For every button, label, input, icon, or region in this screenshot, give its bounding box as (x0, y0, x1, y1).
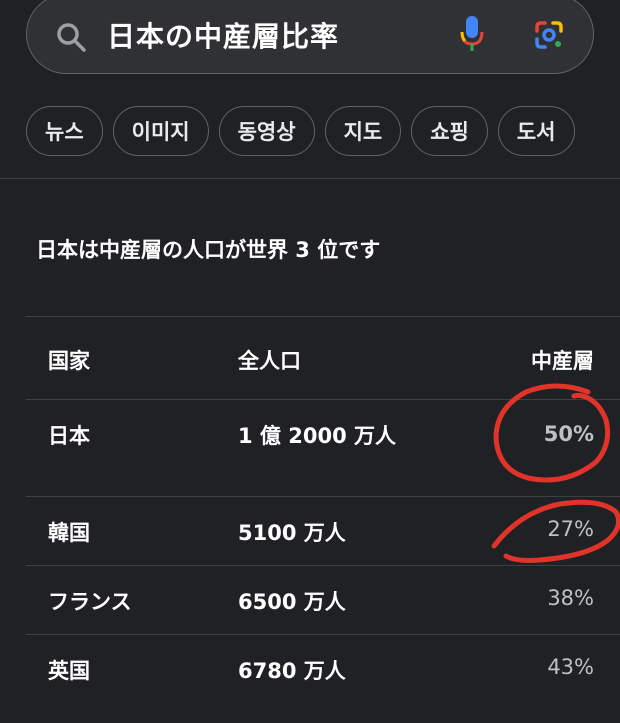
google-lens-icon[interactable] (533, 19, 565, 51)
header-population: 全人口 (238, 349, 301, 373)
chip-images[interactable]: 이미지 (112, 106, 209, 156)
header-middle-class: 中産層 (531, 349, 594, 373)
result-headline: 日本は中産層の人口が世界 3 位です (36, 238, 381, 262)
table-row: 韓国 5100 万人 27% (26, 496, 620, 565)
row-population: 1 億 2000 万人 (238, 424, 396, 448)
row-population: 5100 万人 (238, 521, 346, 545)
row-middle-class: 27% (547, 517, 594, 541)
row-middle-class: 43% (547, 655, 594, 679)
data-table: 国家 全人口 中産層 日本 1 億 2000 万人 50% 韓国 5100 万人… (26, 316, 620, 703)
row-country: 日本 (48, 424, 90, 448)
chip-videos[interactable]: 동영상 (218, 106, 315, 156)
row-middle-class: 50% (543, 422, 594, 446)
table-row: 日本 1 億 2000 万人 50% (26, 399, 620, 496)
row-population: 6780 万人 (238, 659, 346, 683)
chip-shopping[interactable]: 쇼핑 (411, 106, 488, 156)
row-country: フランス (48, 590, 132, 614)
chip-news[interactable]: 뉴스 (26, 106, 103, 156)
row-country: 韓国 (48, 521, 90, 545)
table-row: 英国 6780 万人 43% (26, 634, 620, 703)
row-middle-class: 38% (547, 586, 594, 610)
search-bar[interactable]: 日本の中産層比率 (26, 0, 594, 74)
table-row: フランス 6500 万人 38% (26, 565, 620, 634)
search-input[interactable]: 日本の中産層比率 (107, 15, 339, 55)
header-country: 国家 (48, 349, 90, 373)
row-population: 6500 万人 (238, 590, 346, 614)
chip-books[interactable]: 도서 (497, 106, 575, 156)
header-divider (0, 178, 620, 179)
search-icon (57, 23, 86, 52)
chip-maps[interactable]: 지도 (324, 106, 402, 156)
filter-chips: 뉴스 이미지 동영상 지도 쇼핑 도서 (26, 106, 575, 156)
row-country: 英国 (48, 659, 90, 683)
microphone-icon[interactable] (459, 15, 485, 53)
table-header-row: 国家 全人口 中産層 (26, 316, 620, 399)
